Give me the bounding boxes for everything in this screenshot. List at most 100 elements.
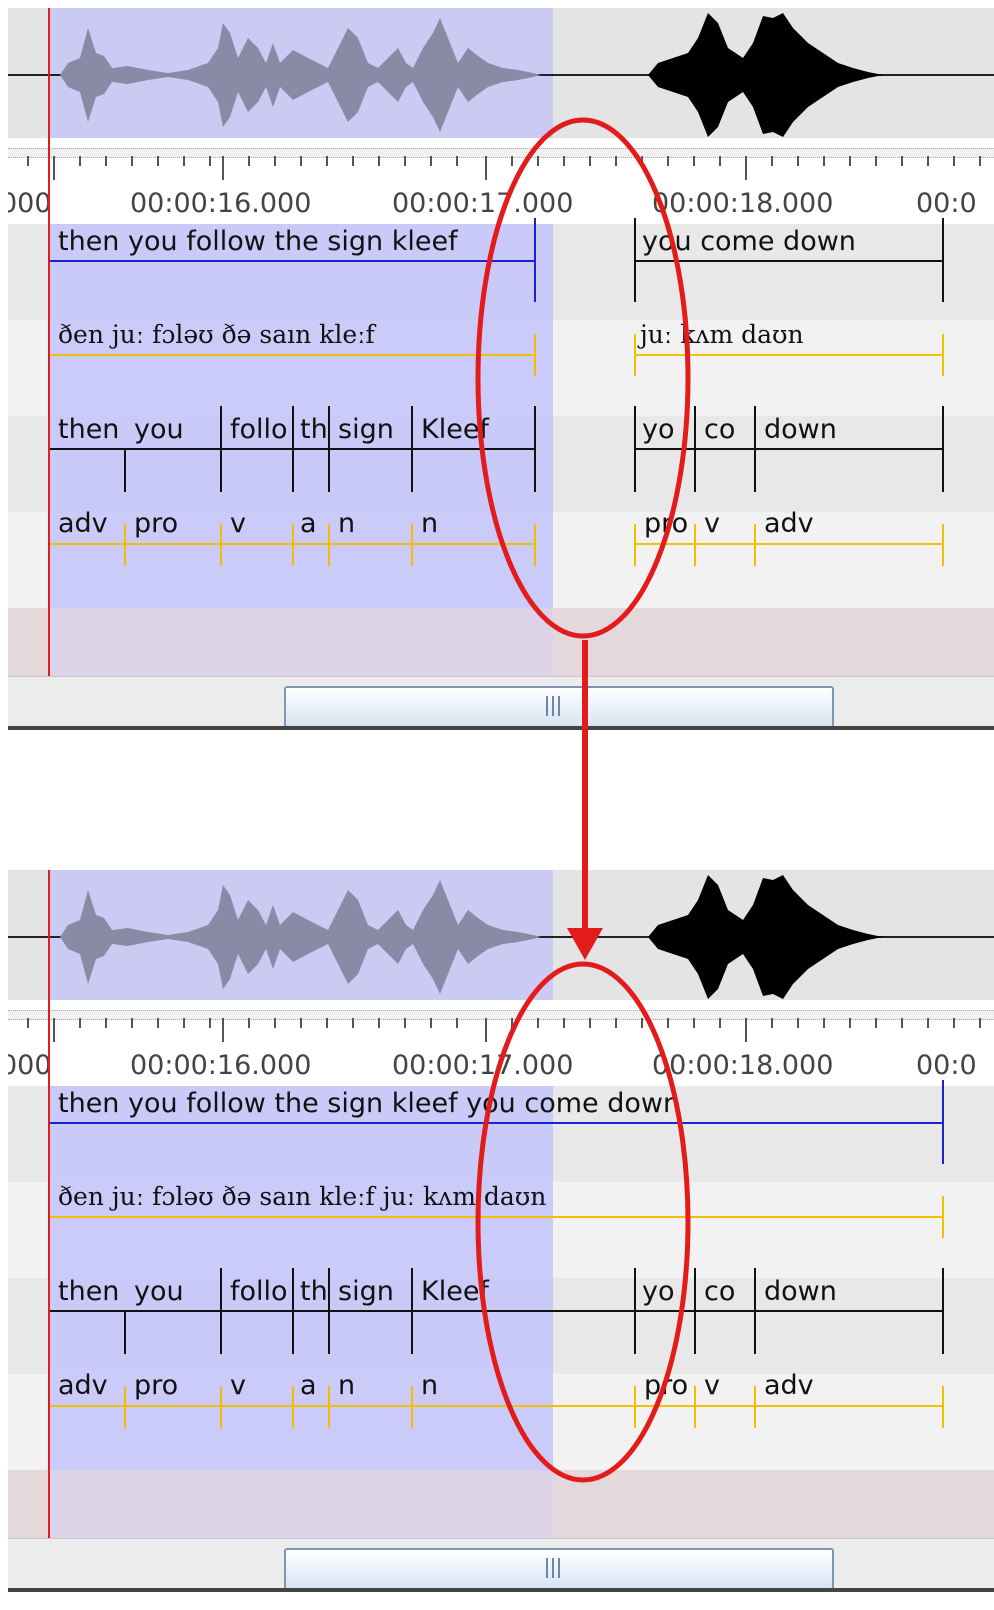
ruler-tick-label: 00:0 xyxy=(916,188,977,219)
annotation-pos[interactable]: adv xyxy=(58,508,108,539)
annotation-pos[interactable]: v xyxy=(230,1370,246,1401)
annotation-boundary xyxy=(942,334,944,376)
ruler-ticks xyxy=(27,156,981,180)
annotation-word[interactable]: sign xyxy=(338,414,394,445)
ruler-tick-label: 000 xyxy=(8,1050,52,1081)
annotation-pos[interactable]: pro xyxy=(134,1370,178,1401)
annotation-boundary xyxy=(411,1268,413,1354)
annotation-boundary xyxy=(124,524,126,566)
annotation-boundary xyxy=(694,406,696,492)
annotation-panel-before: 000 00:00:16.000 00:00:17.000 00:00:18.0… xyxy=(8,8,994,748)
annotation-boundary xyxy=(411,524,413,566)
annotation-word[interactable]: down xyxy=(764,414,837,445)
annotation-boundary xyxy=(328,1386,330,1428)
ruler-tick-label: 00:00:16.000 xyxy=(130,1050,312,1081)
annotation-word[interactable]: you xyxy=(134,414,184,445)
annotation-pos[interactable]: adv xyxy=(764,1370,814,1401)
annotation-pos[interactable]: v xyxy=(704,508,720,539)
annotation-utterance-1[interactable]: then you follow the sign kleef xyxy=(58,226,458,257)
annotation-word[interactable]: Kleef xyxy=(421,1276,489,1307)
annotation-boundary xyxy=(411,406,413,492)
annotation-boundary xyxy=(634,1268,636,1354)
annotation-pos[interactable]: pro xyxy=(644,508,688,539)
ruler-tick-label: 00:00:16.000 xyxy=(130,188,312,219)
panel-bottom-border xyxy=(8,1588,994,1592)
scrollbar-thumb[interactable] xyxy=(284,1548,834,1590)
annotation-boundary xyxy=(48,1122,943,1124)
annotation-boundary xyxy=(942,1386,944,1428)
annotation-boundary xyxy=(124,1310,126,1354)
ruler-tick-label: 00:0 xyxy=(916,1050,977,1081)
annotation-boundary xyxy=(411,1386,413,1428)
annotation-boundary xyxy=(942,1196,944,1238)
annotation-pos[interactable]: adv xyxy=(764,508,814,539)
ruler-tick-label: 00:00:17.000 xyxy=(392,188,574,219)
annotation-boundary xyxy=(754,1268,756,1354)
waveform-graphic xyxy=(8,13,994,137)
annotation-word[interactable]: co xyxy=(704,1276,735,1307)
annotation-word[interactable]: sign xyxy=(338,1276,394,1307)
annotation-word[interactable]: follo xyxy=(230,414,288,445)
annotation-word[interactable]: Kleef xyxy=(421,414,489,445)
annotation-boundary xyxy=(694,524,696,566)
annotation-boundary xyxy=(534,218,536,302)
annotation-word[interactable]: you xyxy=(134,1276,184,1307)
annotation-boundary xyxy=(634,334,636,376)
playhead-cursor[interactable] xyxy=(48,870,50,1560)
annotation-word[interactable]: co xyxy=(704,414,735,445)
annotation-pos[interactable]: a xyxy=(300,1370,317,1401)
annotation-boundary xyxy=(634,543,943,545)
annotation-word[interactable]: yo xyxy=(642,1276,675,1307)
annotation-ipa-2[interactable]: juː kʌm daʊn xyxy=(640,320,804,349)
annotation-pos[interactable]: adv xyxy=(58,1370,108,1401)
annotation-boundary xyxy=(942,524,944,566)
annotation-boundary xyxy=(754,1386,756,1428)
ruler-tick-label: 00:00:18.000 xyxy=(652,188,834,219)
annotation-boundary xyxy=(292,1268,294,1354)
annotation-pos[interactable]: n xyxy=(338,508,355,539)
annotation-word[interactable]: down xyxy=(764,1276,837,1307)
annotation-boundary xyxy=(534,524,536,566)
ruler-tick-label: 000 xyxy=(8,188,52,219)
annotation-pos[interactable]: pro xyxy=(644,1370,688,1401)
scrollbar-grip-icon xyxy=(546,696,566,716)
annotation-boundary xyxy=(634,354,943,356)
annotation-pos[interactable]: v xyxy=(230,508,246,539)
annotation-boundary xyxy=(328,524,330,566)
annotation-boundary xyxy=(220,406,222,492)
playhead-cursor[interactable] xyxy=(48,8,50,698)
annotation-ipa-merged[interactable]: ðen juː fɔləʊ ðə saın kleːf juː kʌm daʊn xyxy=(58,1182,546,1211)
annotation-boundary xyxy=(48,260,535,262)
annotation-boundary xyxy=(48,354,535,356)
annotation-pos[interactable]: n xyxy=(421,508,438,539)
annotation-pos[interactable]: a xyxy=(300,508,317,539)
ruler-ticks xyxy=(27,1018,981,1042)
waveform-graphic xyxy=(8,875,994,999)
annotation-utterance-2[interactable]: you come down xyxy=(642,226,856,257)
annotation-pos[interactable]: n xyxy=(421,1370,438,1401)
annotation-word[interactable]: th xyxy=(300,414,328,445)
annotation-utterance-merged[interactable]: then you follow the sign kleef you come … xyxy=(58,1088,680,1119)
annotation-word[interactable]: then xyxy=(58,1276,119,1307)
annotation-boundary xyxy=(328,406,330,492)
annotation-boundary xyxy=(634,406,636,492)
annotation-boundary xyxy=(220,524,222,566)
annotation-word[interactable]: yo xyxy=(642,414,675,445)
annotation-pos[interactable]: pro xyxy=(134,508,178,539)
scrollbar-thumb[interactable] xyxy=(284,686,834,728)
annotation-word[interactable]: follo xyxy=(230,1276,288,1307)
annotation-boundary xyxy=(220,1386,222,1428)
annotation-boundary xyxy=(124,448,126,492)
annotation-boundary xyxy=(942,406,944,492)
annotation-panel-after: 000 00:00:16.000 00:00:17.000 00:00:18.0… xyxy=(8,870,994,1610)
ruler-tick-label: 00:00:17.000 xyxy=(392,1050,574,1081)
annotation-pos[interactable]: n xyxy=(338,1370,355,1401)
annotation-boundary xyxy=(292,406,294,492)
scrollbar-grip-icon xyxy=(546,1558,566,1578)
annotation-word[interactable]: th xyxy=(300,1276,328,1307)
annotation-boundary xyxy=(634,218,636,302)
annotation-boundary xyxy=(220,1268,222,1354)
annotation-ipa-1[interactable]: ðen juː fɔləʊ ðə saın kleːf xyxy=(58,320,375,349)
annotation-pos[interactable]: v xyxy=(704,1370,720,1401)
annotation-word[interactable]: then xyxy=(58,414,119,445)
